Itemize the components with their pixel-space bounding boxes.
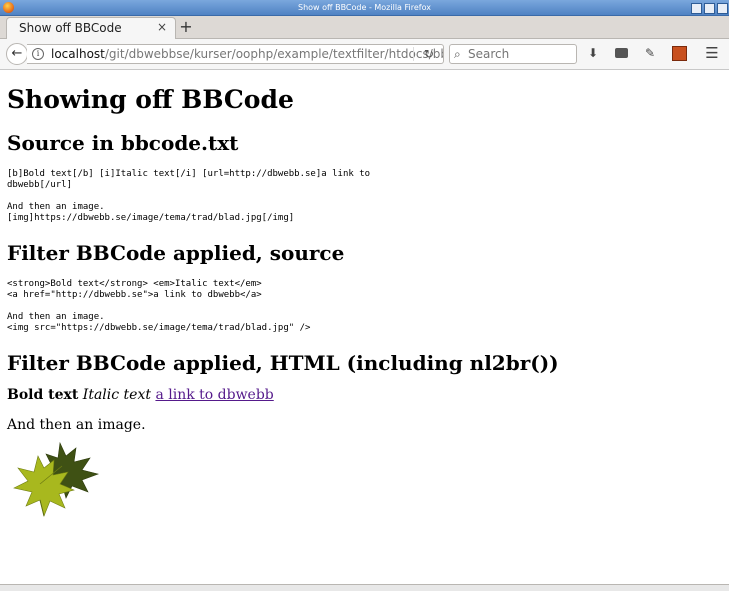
maple-leaf-image (13, 441, 100, 517)
close-window-icon[interactable] (717, 3, 728, 14)
search-input[interactable] (468, 46, 572, 61)
url-separator (413, 47, 414, 61)
image-line: And then an image. (7, 417, 146, 433)
window-title: Show off BBCode - Mozilla Firefox (298, 3, 431, 12)
tab-show-off-bbcode[interactable]: Show off BBCode × (6, 17, 176, 39)
search-bar[interactable]: ⌕ (449, 44, 577, 64)
download-icon[interactable]: ⬇ (585, 45, 601, 61)
url-text: localhost/git/dbwebbse/kurser/oophp/exam… (51, 47, 444, 61)
source-code-block: [b]Bold text[/b] [i]Italic text[/i] [url… (7, 169, 371, 223)
back-button[interactable]: ← (6, 43, 28, 65)
new-tab-button[interactable]: + (177, 17, 195, 36)
reload-icon[interactable]: ↻ (424, 45, 434, 63)
heading-filtered-html: Filter BBCode applied, HTML (including n… (7, 351, 559, 375)
firefox-icon (3, 2, 14, 13)
page-content: Showing off BBCode Source in bbcode.txt … (0, 70, 729, 584)
italic-text: Italic text (82, 387, 151, 403)
window-titlebar: Show off BBCode - Mozilla Firefox (0, 0, 729, 16)
url-bar[interactable]: i localhost/git/dbwebbse/kurser/oophp/ex… (27, 44, 444, 64)
heading-filtered-source: Filter BBCode applied, source (7, 241, 345, 265)
navigation-toolbar: ← i localhost/git/dbwebbse/kurser/oophp/… (0, 39, 729, 70)
addon-icon[interactable] (613, 45, 629, 61)
menu-icon[interactable]: ☰ (704, 45, 720, 61)
eyedropper-icon[interactable]: ✎ (642, 45, 658, 61)
bold-text: Bold text (7, 387, 79, 403)
heading-source: Source in bbcode.txt (7, 131, 239, 155)
rendered-line: Bold text Italic text a link to dbwebb (7, 387, 274, 403)
info-icon[interactable]: i (32, 48, 44, 60)
tab-close-icon[interactable]: × (157, 20, 167, 34)
dbwebb-link[interactable]: a link to dbwebb (155, 387, 273, 403)
search-icon: ⌕ (454, 47, 461, 61)
filtered-source-code-block: <strong>Bold text</strong> <em>Italic te… (7, 279, 311, 333)
minimize-icon[interactable] (691, 3, 702, 14)
maximize-icon[interactable] (704, 3, 715, 14)
tab-label: Show off BBCode (19, 21, 122, 35)
tab-strip: Show off BBCode × + (0, 16, 729, 39)
extension-icon[interactable] (671, 45, 687, 61)
page-title: Showing off BBCode (7, 85, 294, 114)
